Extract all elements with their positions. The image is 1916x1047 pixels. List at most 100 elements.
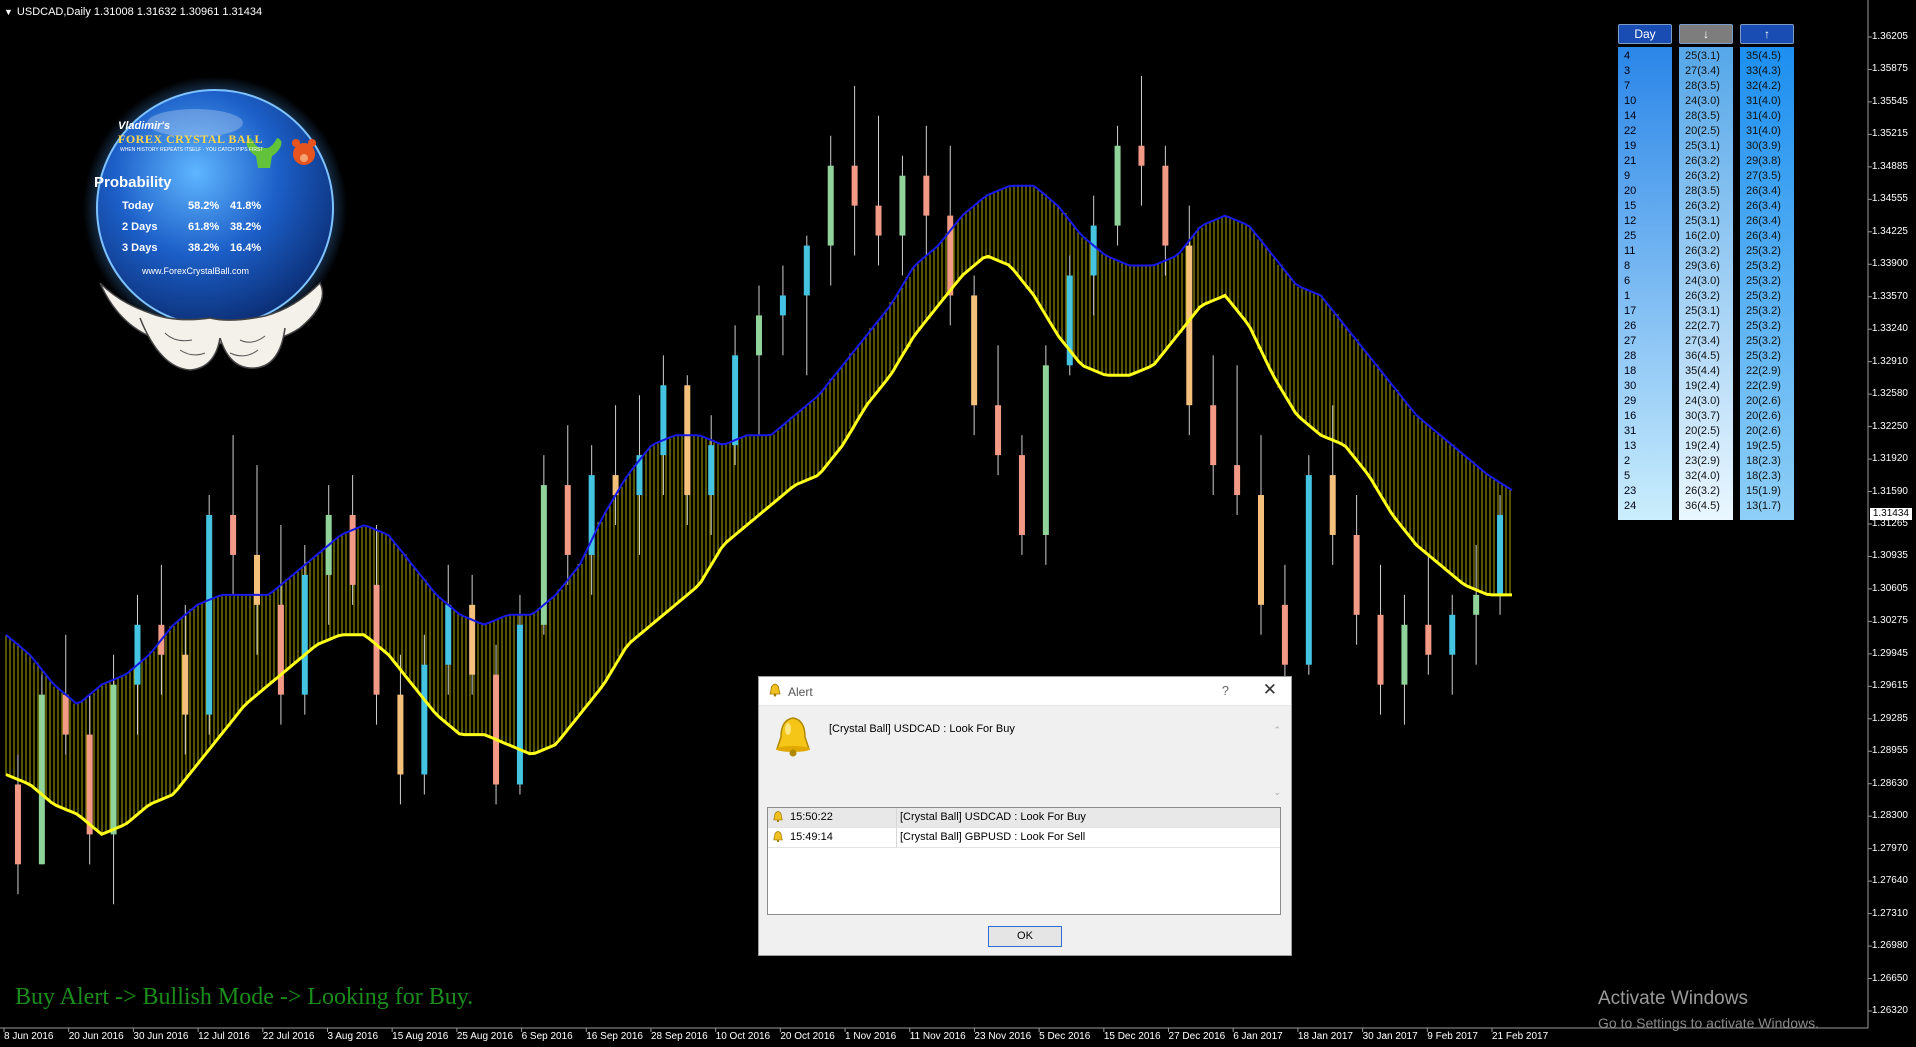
down-cell: 19(2.4) bbox=[1685, 380, 1720, 392]
down-cell: 29(3.6) bbox=[1685, 260, 1720, 272]
alert-row[interactable]: 15:50:22 [Crystal Ball] USDCAD : Look Fo… bbox=[768, 808, 1280, 828]
candle-body bbox=[708, 445, 715, 496]
candle-body bbox=[277, 604, 284, 695]
down-cell: 26(3.2) bbox=[1685, 155, 1720, 167]
day-cell: 3 bbox=[1624, 65, 1631, 77]
candle-body bbox=[86, 734, 93, 835]
price-tick-label: 1.35545 bbox=[1871, 95, 1908, 107]
up-cell: 31(4.0) bbox=[1746, 125, 1781, 137]
alert-dialog: Alert ? ✕ [Crystal Ball] USDCAD : Look F… bbox=[758, 676, 1292, 956]
up-column: ↑ 35(4.5) 33(4.3) 32(4.2) 31(4.0) 31(4.0) 31(… bbox=[1740, 24, 1794, 520]
alert-history-list[interactable]: 15:50:22 [Crystal Ball] USDCAD : Look Fo… bbox=[767, 807, 1281, 915]
date-tick-label: 15 Dec 2016 bbox=[1103, 1031, 1161, 1042]
alert-titlebar[interactable]: Alert ? ✕ bbox=[759, 677, 1291, 706]
down-cell: 26(3.2) bbox=[1685, 485, 1720, 497]
scroll-down-icon[interactable]: ⌄ bbox=[1273, 787, 1281, 798]
up-arrow-icon[interactable]: ↑ bbox=[1740, 24, 1794, 44]
date-tick-label: 30 Jan 2017 bbox=[1362, 1031, 1418, 1042]
down-cell: 28(3.5) bbox=[1685, 185, 1720, 197]
candle-body bbox=[493, 674, 500, 785]
price-tick-label: 1.28955 bbox=[1871, 745, 1908, 757]
down-cell: 24(3.0) bbox=[1685, 395, 1720, 407]
price-tick-label: 1.27640 bbox=[1871, 875, 1908, 887]
down-cell: 20(2.5) bbox=[1685, 125, 1720, 137]
date-tick-label: 23 Nov 2016 bbox=[974, 1031, 1032, 1042]
candle-body bbox=[182, 654, 189, 715]
candle-body bbox=[1018, 455, 1025, 535]
up-cell: 26(3.4) bbox=[1746, 185, 1781, 197]
day-cell: 16 bbox=[1624, 410, 1637, 422]
day-cell: 24 bbox=[1624, 500, 1637, 512]
candle-body bbox=[421, 664, 428, 775]
down-cell: 20(2.5) bbox=[1685, 425, 1720, 437]
help-button[interactable]: ? bbox=[1222, 683, 1229, 698]
day-cell: 6 bbox=[1624, 275, 1631, 287]
scroll-up-icon[interactable]: ⌃ bbox=[1273, 725, 1281, 736]
ok-button[interactable]: OK bbox=[988, 926, 1062, 947]
candle-body bbox=[516, 624, 523, 785]
candle-body bbox=[756, 315, 762, 356]
down-cell: 28(3.5) bbox=[1685, 80, 1720, 92]
up-cell: 25(3.2) bbox=[1746, 275, 1781, 287]
date-tick-label: 18 Jan 2017 bbox=[1297, 1031, 1353, 1042]
candle-body bbox=[1138, 145, 1145, 166]
down-cell: 26(3.2) bbox=[1685, 170, 1720, 182]
candle-body bbox=[1353, 534, 1360, 615]
bell-icon bbox=[773, 811, 783, 823]
candle-body bbox=[254, 554, 260, 605]
candle-body bbox=[397, 694, 404, 775]
logo-brand-big: FOREX CRYSTAL BALL bbox=[118, 132, 264, 146]
up-cell: 15(1.9) bbox=[1746, 485, 1781, 497]
probability-rows: Today 58.2% 41.8% 2 Days 61.8% 38.2% 3 Days 3… bbox=[122, 200, 262, 254]
candle-body bbox=[1162, 165, 1169, 246]
price-tick-label: 1.34555 bbox=[1871, 193, 1908, 205]
day-cell: 17 bbox=[1624, 305, 1637, 317]
price-tick-label: 1.30275 bbox=[1871, 615, 1908, 627]
down-cell: 30(3.7) bbox=[1685, 410, 1720, 422]
down-arrow-icon[interactable]: ↓ bbox=[1679, 24, 1733, 44]
date-tick-label: 25 Aug 2016 bbox=[456, 1031, 514, 1042]
day-cell: 4 bbox=[1624, 50, 1631, 62]
price-tick-label: 1.36205 bbox=[1871, 31, 1908, 42]
day-cell: 23 bbox=[1624, 485, 1637, 497]
candle-body bbox=[1329, 475, 1336, 535]
candle-body bbox=[1090, 225, 1097, 276]
up-cell: 26(3.4) bbox=[1746, 200, 1781, 212]
up-cell: 25(3.2) bbox=[1746, 320, 1781, 332]
candle-body bbox=[875, 205, 882, 236]
candle-body bbox=[803, 245, 810, 296]
up-cell: 22(2.9) bbox=[1746, 365, 1781, 377]
up-cell: 18(2.3) bbox=[1746, 455, 1781, 467]
candle-body bbox=[110, 684, 117, 835]
dropdown-triangle-icon[interactable]: ▼ bbox=[4, 7, 13, 17]
date-tick-label: 12 Jul 2016 bbox=[198, 1031, 250, 1042]
bell-icon bbox=[773, 831, 783, 843]
alert-row[interactable]: 15:49:14 [Crystal Ball] GBPUSD : Look Fo… bbox=[768, 828, 1280, 848]
probability-heading: Probability bbox=[94, 174, 172, 191]
date-tick-label: 3 Aug 2016 bbox=[327, 1031, 379, 1042]
day-cell: 1 bbox=[1624, 290, 1631, 302]
price-tick-label: 1.35875 bbox=[1871, 63, 1908, 75]
close-button[interactable]: ✕ bbox=[1263, 680, 1277, 700]
down-cell: 25(3.1) bbox=[1685, 215, 1720, 227]
day-cell: 30 bbox=[1624, 380, 1637, 392]
price-tick-label: 1.29615 bbox=[1871, 680, 1908, 692]
alert-time: 15:49:14 bbox=[790, 831, 833, 843]
candle-body bbox=[134, 624, 141, 685]
alert-row-message: [Crystal Ball] USDCAD : Look For Buy bbox=[900, 811, 1086, 823]
date-tick-label: 27 Dec 2016 bbox=[1168, 1031, 1226, 1042]
up-cell: 25(3.2) bbox=[1746, 335, 1781, 347]
candle-body bbox=[14, 784, 21, 865]
date-tick-label: 9 Feb 2017 bbox=[1427, 1031, 1478, 1042]
up-cell: 27(3.5) bbox=[1746, 170, 1781, 182]
up-cell: 35(4.5) bbox=[1746, 50, 1781, 62]
day-cell: 13 bbox=[1624, 440, 1637, 452]
price-tick-label: 1.31920 bbox=[1871, 453, 1908, 465]
day-column: Day 4 3 7 10 14 22 19 21 9 20 15 12 25 11 8 6 1 17 26 27 28 1… bbox=[1618, 24, 1672, 520]
up-cell: 25(3.2) bbox=[1746, 290, 1781, 302]
price-tick-label: 1.27310 bbox=[1871, 907, 1908, 919]
candle-body bbox=[1449, 614, 1456, 655]
day-header[interactable]: Day bbox=[1618, 24, 1672, 44]
date-tick-label: 20 Oct 2016 bbox=[780, 1031, 835, 1042]
down-cell: 25(3.1) bbox=[1685, 140, 1720, 152]
